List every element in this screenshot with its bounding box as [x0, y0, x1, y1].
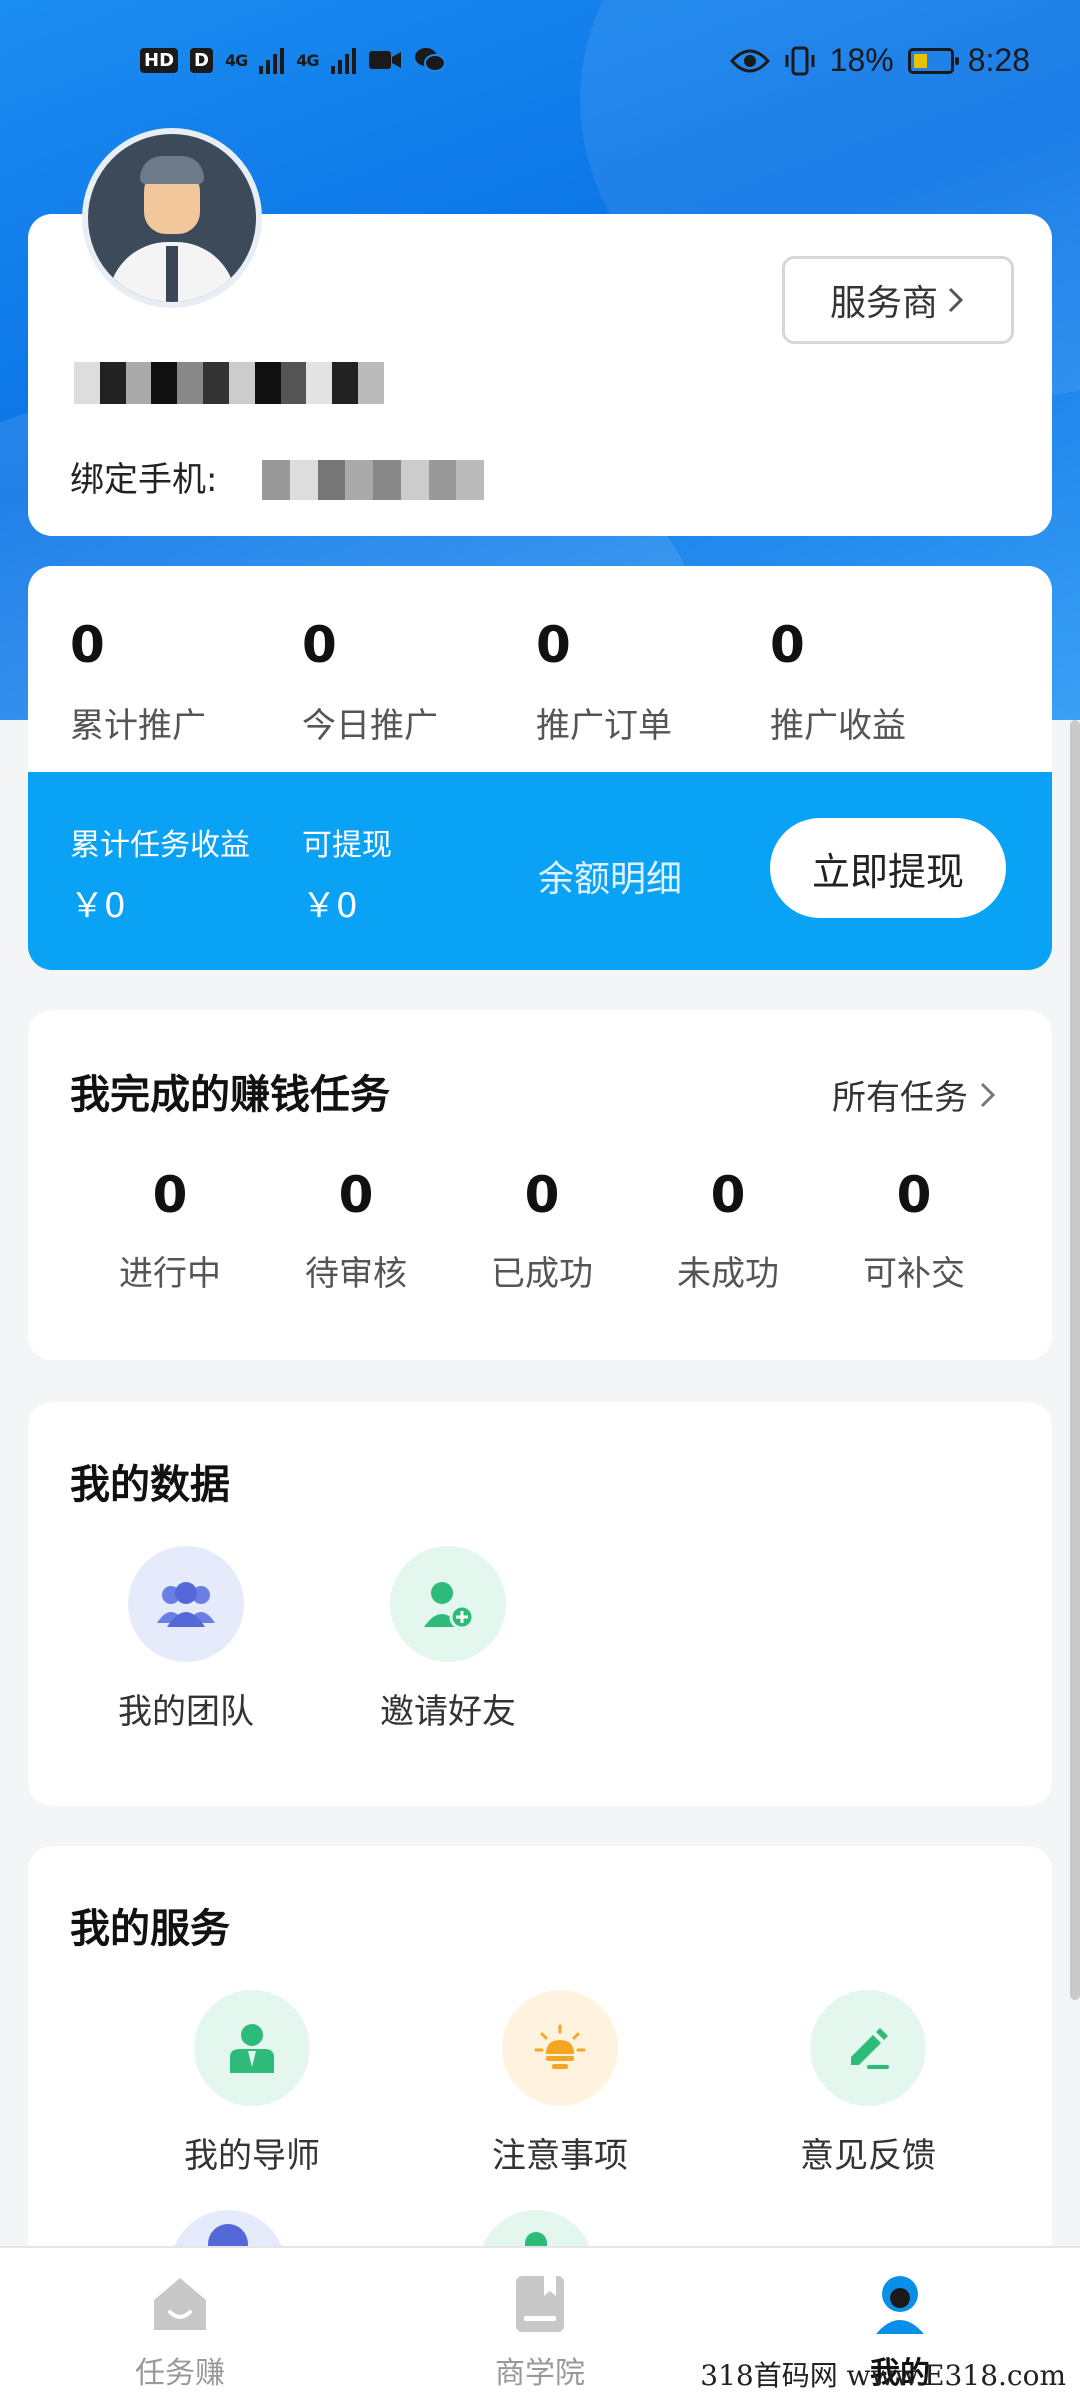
task-label: 未成功	[677, 1254, 779, 1294]
task-income-value: ￥0	[70, 886, 126, 926]
invite-friend-item[interactable]: 邀请好友	[338, 1546, 558, 1733]
my-team-item[interactable]: 我的团队	[76, 1546, 296, 1733]
status-bar: HD D 4G 4G 18% 8:28	[0, 40, 1080, 90]
lightbulb-icon	[502, 1990, 618, 2106]
task-income-label: 累计任务收益	[70, 828, 250, 863]
task-value: 0	[524, 1166, 560, 1224]
feedback-item[interactable]: 意见反馈	[758, 1990, 978, 2177]
watermark: 318首码网 www.E318.com	[700, 2359, 1066, 2392]
service-provider-button[interactable]: 服务商	[782, 256, 1014, 344]
tasks-card: 我完成的赚钱任务 所有任务 0 进行中 0 待审核 0 已成功 0 未成功 0 …	[28, 1010, 1052, 1360]
nav-label: 商学院	[495, 2356, 585, 2391]
status-right-icons: 18% 8:28	[729, 42, 1030, 79]
stat-label: 推广收益	[770, 706, 906, 746]
task-failed[interactable]: 0 未成功	[638, 1170, 818, 1295]
my-data-title: 我的数据	[70, 1462, 230, 1508]
team-icon	[128, 1546, 244, 1662]
network-type-2: 4G	[296, 50, 319, 70]
chevron-right-icon	[980, 1082, 996, 1107]
stat-label: 今日推广	[302, 706, 438, 746]
tasks-title: 我完成的赚钱任务	[70, 1072, 390, 1118]
nav-tab-task-earn[interactable]: 任务赚	[80, 2272, 280, 2392]
username-redacted	[74, 362, 384, 404]
stat-today-promotion[interactable]: 0 今日推广	[302, 620, 438, 747]
stat-value: 0	[70, 616, 105, 674]
task-in-progress[interactable]: 0 进行中	[80, 1170, 260, 1295]
signal-icon	[259, 46, 285, 74]
stat-value: 0	[536, 616, 571, 674]
network-type-1: 4G	[224, 50, 248, 70]
stat-label: 推广订单	[536, 706, 672, 746]
hd-indicator: HD	[140, 47, 179, 73]
notes-label: 注意事项	[492, 2136, 628, 2176]
withdrawable-label: 可提现	[302, 828, 392, 863]
scrollbar[interactable]	[1070, 720, 1080, 2000]
stat-promotion-income[interactable]: 0 推广收益	[770, 620, 906, 747]
my-data-card: 我的数据 我的团队 邀请好友	[28, 1402, 1052, 1806]
invite-friend-icon	[390, 1546, 506, 1662]
video-icon	[368, 51, 401, 69]
stat-label: 累计推广	[70, 706, 206, 746]
nav-label: 任务赚	[135, 2356, 225, 2391]
my-services-title: 我的服务	[70, 1906, 230, 1952]
battery-icon	[907, 47, 959, 74]
phone-redacted	[262, 460, 484, 500]
withdraw-button[interactable]: 立即提现	[770, 818, 1006, 918]
service-provider-label: 服务商	[829, 282, 938, 323]
feedback-label: 意见反馈	[800, 2136, 936, 2176]
status-left-icons: HD D 4G 4G	[140, 46, 446, 74]
stat-value: 0	[302, 616, 337, 674]
battery-percent: 18%	[829, 42, 894, 78]
wechat-icon	[414, 48, 446, 72]
stat-promotion-orders[interactable]: 0 推广订单	[536, 620, 672, 747]
all-tasks-label: 所有任务	[832, 1078, 968, 1118]
mentor-icon	[194, 1990, 310, 2106]
task-label: 进行中	[119, 1254, 221, 1294]
profile-icon	[876, 2276, 924, 2334]
home-icon	[154, 2278, 206, 2330]
vibrate-icon	[785, 46, 815, 75]
nav-tab-business-school[interactable]: 商学院	[440, 2272, 640, 2392]
promotion-stats-card: 0 累计推广 0 今日推广 0 推广订单 0 推广收益 累计任务收益 ￥0 可提…	[28, 566, 1052, 970]
eye-icon	[729, 49, 770, 72]
clock: 8:28	[967, 42, 1030, 78]
avatar[interactable]	[82, 128, 262, 308]
my-team-label: 我的团队	[118, 1692, 254, 1732]
task-pending-review[interactable]: 0 待审核	[266, 1170, 446, 1295]
all-tasks-link[interactable]: 所有任务	[832, 1070, 998, 1119]
task-label: 可补交	[863, 1254, 965, 1294]
phone-label: 绑定手机:	[70, 460, 218, 500]
feedback-edit-icon	[810, 1990, 926, 2106]
balance-detail-link[interactable]: 余额明细	[538, 850, 682, 902]
task-resubmittable[interactable]: 0 可补交	[824, 1170, 1004, 1295]
withdrawable: 可提现 ￥0	[302, 820, 392, 927]
notes-item[interactable]: 注意事项	[450, 1990, 670, 2177]
book-icon	[516, 2276, 564, 2332]
task-value: 0	[896, 1166, 932, 1224]
chevron-right-icon	[948, 287, 964, 313]
d-indicator: D	[190, 47, 213, 73]
task-income: 累计任务收益 ￥0	[70, 820, 250, 927]
earnings-bar: 累计任务收益 ￥0 可提现 ￥0 余额明细 立即提现	[28, 772, 1052, 970]
stat-total-promotion[interactable]: 0 累计推广	[70, 620, 206, 747]
my-mentor-item[interactable]: 我的导师	[142, 1990, 362, 2177]
task-value: 0	[152, 1166, 188, 1224]
withdrawable-value: ￥0	[302, 886, 358, 926]
my-mentor-label: 我的导师	[184, 2136, 320, 2176]
signal-icon	[330, 46, 356, 74]
task-succeeded[interactable]: 0 已成功	[452, 1170, 632, 1295]
task-label: 已成功	[491, 1254, 593, 1294]
stat-value: 0	[770, 616, 805, 674]
invite-friend-label: 邀请好友	[380, 1692, 516, 1732]
task-value: 0	[338, 1166, 374, 1224]
my-services-card: 我的服务 我的导师 注意事项 意见反馈	[28, 1846, 1052, 2266]
task-label: 待审核	[305, 1254, 407, 1294]
task-value: 0	[710, 1166, 746, 1224]
